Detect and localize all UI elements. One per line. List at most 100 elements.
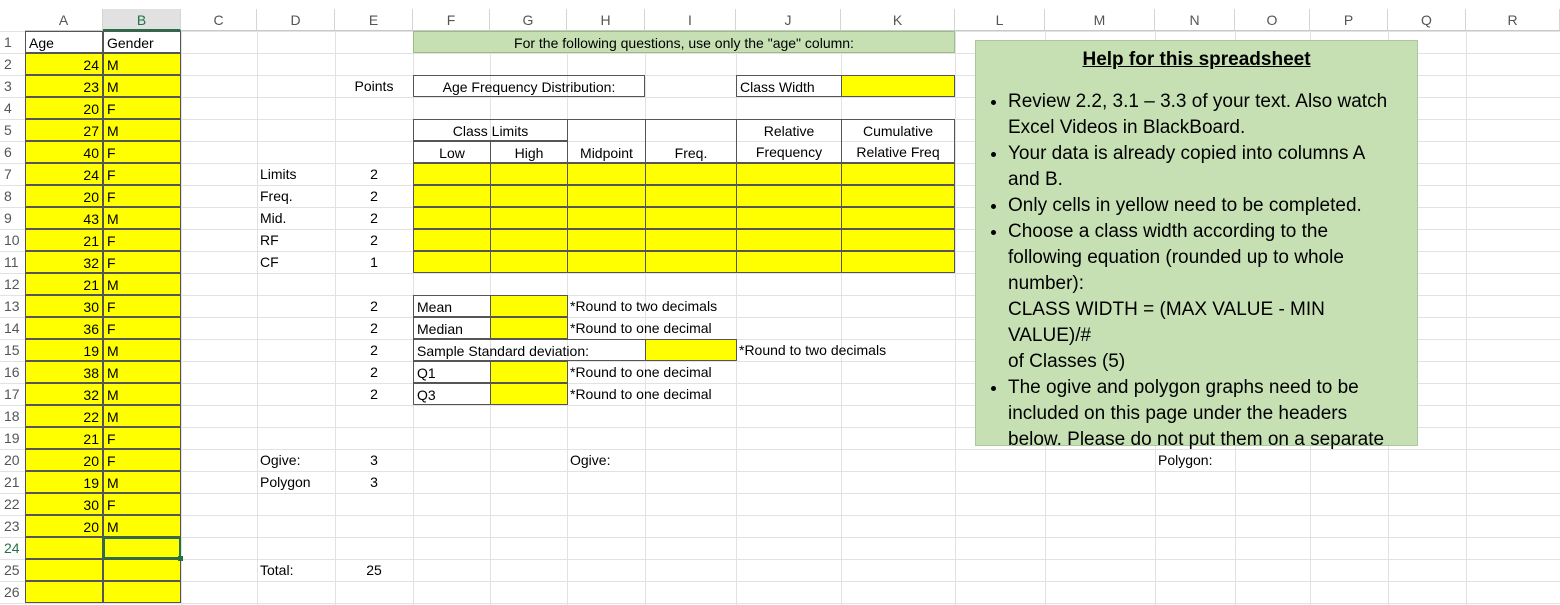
row-header-9[interactable]: 9	[0, 207, 25, 229]
age-cell[interactable]: 20	[25, 515, 103, 537]
row-header-18[interactable]: 18	[0, 405, 25, 427]
gender-cell[interactable]: F	[103, 229, 181, 251]
cell-B1[interactable]: Gender	[103, 31, 181, 53]
row-header-13[interactable]: 13	[0, 295, 25, 317]
age-cell[interactable]: 21	[25, 229, 103, 251]
frequency-input-cell[interactable]	[736, 251, 842, 273]
age-cell[interactable]: 38	[25, 361, 103, 383]
row-header-10[interactable]: 10	[0, 229, 25, 251]
frequency-input-cell[interactable]	[490, 163, 568, 185]
column-header-A[interactable]: A	[25, 9, 103, 31]
frequency-input-cell[interactable]	[490, 229, 568, 251]
row-header-12[interactable]: 12	[0, 273, 25, 295]
row-header-19[interactable]: 19	[0, 427, 25, 449]
gender-cell[interactable]: M	[103, 361, 181, 383]
frequency-input-cell[interactable]	[413, 163, 491, 185]
gender-cell[interactable]: M	[103, 515, 181, 537]
active-cell-selection[interactable]	[103, 537, 183, 561]
age-cell[interactable]: 21	[25, 273, 103, 295]
row-header-15[interactable]: 15	[0, 339, 25, 361]
frequency-input-cell[interactable]	[736, 163, 842, 185]
age-cell[interactable]: 20	[25, 185, 103, 207]
gender-cell[interactable]: M	[103, 53, 181, 75]
column-header-E[interactable]: E	[335, 9, 413, 31]
help-textbox[interactable]: Help for this spreadsheet Review 2.2, 3.…	[975, 40, 1418, 450]
frequency-input-cell[interactable]	[645, 163, 737, 185]
column-header-N[interactable]: N	[1155, 9, 1235, 31]
row-header-1[interactable]: 1	[0, 31, 25, 53]
row-header-26[interactable]: 26	[0, 581, 25, 603]
age-cell[interactable]: 23	[25, 75, 103, 97]
column-header-L[interactable]: L	[955, 9, 1045, 31]
row-header-6[interactable]: 6	[0, 141, 25, 163]
age-cell[interactable]: 43	[25, 207, 103, 229]
column-header-I[interactable]: I	[645, 9, 736, 31]
age-cell[interactable]: 24	[25, 163, 103, 185]
row-header-2[interactable]: 2	[0, 53, 25, 75]
age-cell[interactable]: 30	[25, 295, 103, 317]
frequency-input-cell[interactable]	[841, 229, 955, 251]
gender-cell[interactable]: M	[103, 471, 181, 493]
column-header-F[interactable]: F	[413, 9, 490, 31]
cell-A1[interactable]: Age	[25, 31, 103, 53]
spreadsheet-grid[interactable]: ABCDEFGHIJKLMNOPQR 1 2 3 4 5 6 7 8 9 10 11 12 13 14 15…	[0, 0, 1560, 605]
age-cell[interactable]	[25, 559, 103, 581]
median-input[interactable]	[490, 317, 568, 339]
frequency-input-cell[interactable]	[413, 229, 491, 251]
column-header-R[interactable]: R	[1466, 9, 1560, 31]
age-cell[interactable]: 30	[25, 493, 103, 515]
row-header-4[interactable]: 4	[0, 97, 25, 119]
frequency-input-cell[interactable]	[645, 229, 737, 251]
gender-cell[interactable]: F	[103, 185, 181, 207]
age-cell[interactable]	[25, 581, 103, 603]
gender-cell[interactable]	[103, 581, 181, 603]
gender-cell[interactable]: M	[103, 75, 181, 97]
frequency-input-cell[interactable]	[645, 251, 737, 273]
frequency-input-cell[interactable]	[841, 163, 955, 185]
age-cell[interactable]: 27	[25, 119, 103, 141]
frequency-input-cell[interactable]	[567, 251, 646, 273]
gender-cell[interactable]: F	[103, 97, 181, 119]
row-header-14[interactable]: 14	[0, 317, 25, 339]
gender-cell[interactable]: M	[103, 119, 181, 141]
frequency-input-cell[interactable]	[413, 251, 491, 273]
gender-cell[interactable]: M	[103, 405, 181, 427]
row-header-24[interactable]: 24	[0, 537, 25, 559]
column-header-B[interactable]: B	[103, 9, 181, 31]
gender-cell[interactable]: M	[103, 383, 181, 405]
gender-cell[interactable]	[103, 559, 181, 581]
row-header-20[interactable]: 20	[0, 449, 25, 471]
row-header-17[interactable]: 17	[0, 383, 25, 405]
age-cell[interactable]	[25, 537, 103, 559]
age-cell[interactable]: 24	[25, 53, 103, 75]
q3-input[interactable]	[490, 383, 568, 405]
frequency-input-cell[interactable]	[645, 185, 737, 207]
row-header-25[interactable]: 25	[0, 559, 25, 581]
gender-cell[interactable]: F	[103, 427, 181, 449]
frequency-input-cell[interactable]	[567, 229, 646, 251]
row-header-16[interactable]: 16	[0, 361, 25, 383]
row-header-23[interactable]: 23	[0, 515, 25, 537]
gender-cell[interactable]: F	[103, 251, 181, 273]
frequency-input-cell[interactable]	[567, 207, 646, 229]
age-cell[interactable]: 21	[25, 427, 103, 449]
row-header-22[interactable]: 22	[0, 493, 25, 515]
column-header-D[interactable]: D	[257, 9, 335, 31]
frequency-input-cell[interactable]	[736, 185, 842, 207]
column-header-P[interactable]: P	[1310, 9, 1388, 31]
sd-input[interactable]	[645, 339, 737, 361]
frequency-input-cell[interactable]	[567, 185, 646, 207]
frequency-input-cell[interactable]	[413, 207, 491, 229]
row-header-11[interactable]: 11	[0, 251, 25, 273]
row-header-7[interactable]: 7	[0, 163, 25, 185]
frequency-input-cell[interactable]	[567, 163, 646, 185]
age-cell[interactable]: 22	[25, 405, 103, 427]
row-header-3[interactable]: 3	[0, 75, 25, 97]
column-header-J[interactable]: J	[736, 9, 841, 31]
gender-cell[interactable]: F	[103, 141, 181, 163]
frequency-input-cell[interactable]	[736, 207, 842, 229]
frequency-input-cell[interactable]	[841, 185, 955, 207]
column-header-G[interactable]: G	[490, 9, 567, 31]
column-header-H[interactable]: H	[567, 9, 645, 31]
frequency-input-cell[interactable]	[841, 207, 955, 229]
